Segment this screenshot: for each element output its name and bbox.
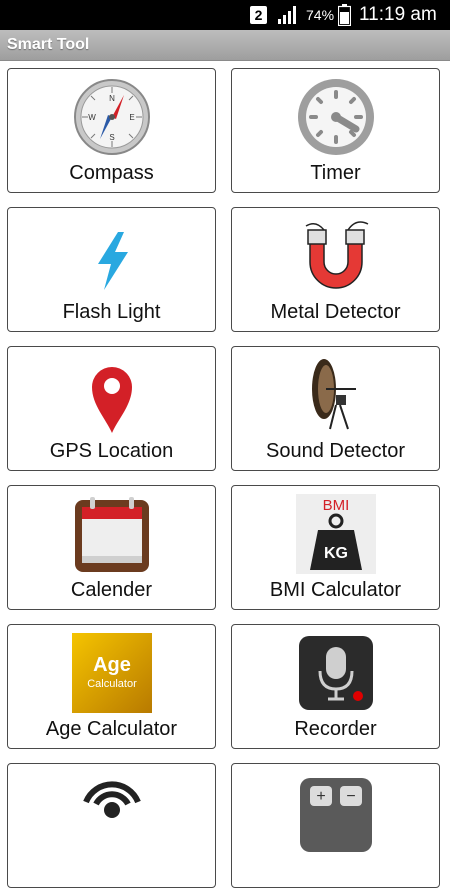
status-bar: 2 74% 11:19 am [0,0,450,30]
tile-timer[interactable]: Timer [231,68,440,193]
tile-label: Timer [310,162,361,184]
tile-flash-light[interactable]: Flash Light [7,207,216,332]
age-text: Age [93,654,131,676]
tile-label: Sound Detector [266,440,405,462]
calculator-text: Calculator [87,678,137,690]
age-calculator-icon: Age Calculator [71,633,152,713]
tile-alarm[interactable] [7,763,216,888]
kg-text: KG [324,545,348,562]
microphone-icon [298,636,373,710]
svg-text:+: + [316,788,325,805]
tile-label: GPS Location [49,440,174,462]
svg-text:S: S [109,133,114,142]
tile-label: Flash Light [62,301,161,323]
svg-text:E: E [129,113,134,122]
clock: 11:19 am [359,4,437,25]
battery-icon [338,4,351,26]
tile-age-calculator[interactable]: Age Calculator Age Calculator [7,624,216,749]
svg-text:W: W [88,113,96,122]
flashlight-icon [97,232,128,290]
sim-slot-icon: 2 [250,6,267,24]
calculator-icon: + − [299,778,372,852]
calendar-icon [74,497,149,572]
tile-label: Calender [70,579,153,601]
tile-bmi-calculator[interactable]: BMI KG BMI Calculator [231,485,440,610]
tile-metal-detector[interactable]: Metal Detector [231,207,440,332]
signal-strength-icon [278,6,296,24]
battery-percent: 74% [306,7,335,23]
location-pin-icon [91,367,132,433]
bmi-weight-icon: BMI KG [295,494,376,574]
tile-recorder[interactable]: Recorder [231,624,440,749]
app-title: Smart Tool [7,36,90,53]
tile-label: Recorder [294,718,377,740]
tile-label: BMI Calculator [269,579,402,601]
compass-icon: N S W E [73,79,150,155]
app-bar: Smart Tool [0,30,450,61]
tile-label: Compass [69,162,154,184]
tile-calculator[interactable]: + − [231,763,440,888]
tile-sound-detector[interactable]: Sound Detector [231,346,440,471]
tile-label: Metal Detector [270,301,401,323]
timer-icon [297,79,374,155]
tile-calender[interactable]: Calender [7,485,216,610]
tile-label: Age Calculator [45,718,178,740]
alarm-icon [82,781,141,818]
tile-gps-location[interactable]: GPS Location [7,346,216,471]
satellite-dish-icon [295,355,376,435]
tile-compass[interactable]: N S W E Compass [7,68,216,193]
magnet-icon [305,221,368,289]
svg-text:N: N [109,94,115,103]
svg-text:−: − [346,788,355,805]
tool-grid: N S W E Compass Timer Flash Light Metal … [0,60,450,888]
bmi-text: BMI [322,497,349,514]
